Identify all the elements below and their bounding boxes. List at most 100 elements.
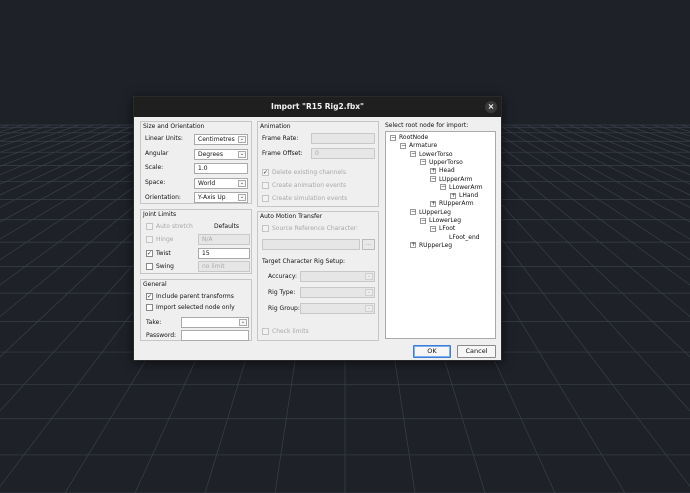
collapse-icon[interactable]: − — [390, 134, 396, 141]
space-select[interactable]: World ⌄ — [194, 178, 248, 189]
password-input[interactable] — [181, 330, 249, 341]
auto-stretch-checkbox[interactable] — [146, 223, 153, 230]
root-node-label: Select root node for import: — [385, 122, 469, 129]
root-node-tree[interactable]: − RootNode − Armature − LowerTorso − UpperTorso… — [385, 131, 496, 339]
group-title: Auto Motion Transfer — [260, 213, 323, 220]
tree-node[interactable]: − RootNode — [390, 134, 428, 141]
hinge-label: Hinge — [156, 236, 174, 243]
collapse-icon[interactable]: − — [430, 176, 436, 182]
collapse-icon[interactable]: − — [440, 184, 446, 191]
tree-node[interactable]: − LLowerLeg — [420, 217, 461, 224]
frame-rate-label: Frame Rate: — [262, 135, 299, 142]
take-label: Take: — [146, 319, 162, 326]
twist-label: Twist — [156, 250, 171, 257]
delete-channels-checkbox[interactable]: ✓ — [262, 169, 269, 176]
tree-node-label: LowerTorso — [419, 150, 453, 158]
tree-node[interactable]: − LUpperLeg — [410, 209, 451, 216]
take-select[interactable]: ⌄ — [181, 317, 249, 328]
rig-type-select[interactable]: ⌄ — [300, 287, 375, 298]
group-title: General — [143, 281, 167, 288]
import-dialog: Import "R15 Rig2.fbx" × Size and Orienta… — [133, 96, 502, 361]
tree-node[interactable]: − Armature — [400, 142, 437, 149]
expand-icon[interactable]: + — [410, 242, 416, 249]
rig-group-label: Rig Group: — [268, 305, 300, 312]
general-group: General ✓ Include parent transforms Impo… — [140, 279, 252, 341]
create-sim-events-checkbox[interactable] — [262, 195, 269, 202]
frame-offset-label: Frame Offset: — [262, 150, 303, 157]
close-icon[interactable]: × — [485, 101, 497, 113]
tree-node[interactable]: LFoot_end — [440, 234, 480, 241]
tree-node[interactable]: − UpperTorso — [420, 159, 463, 166]
import-selected-checkbox[interactable] — [146, 304, 153, 311]
check-limits-label: Check limits — [272, 328, 309, 335]
orientation-select[interactable]: Y-Axis Up ⌄ — [194, 192, 248, 203]
expand-icon[interactable]: + — [430, 167, 436, 174]
expand-icon[interactable]: + — [430, 200, 436, 207]
dialog-titlebar[interactable]: Import "R15 Rig2.fbx" × — [134, 97, 501, 117]
linear-units-value: Centimetres — [198, 136, 235, 143]
twist-checkbox[interactable]: ✓ — [146, 250, 153, 257]
target-setup-label: Target Character Rig Setup: — [262, 258, 346, 265]
tree-node-label: UpperTorso — [429, 158, 463, 166]
chevron-down-icon: ⌄ — [238, 194, 246, 201]
tree-node[interactable]: + Head — [430, 167, 455, 174]
tree-node-label: LLowerLeg — [429, 217, 462, 224]
scale-label: Scale: — [145, 164, 164, 171]
tree-node-label: Armature — [409, 142, 438, 150]
accuracy-select[interactable]: ⌄ — [300, 271, 375, 282]
create-anim-events-checkbox[interactable] — [262, 182, 269, 189]
tree-node-label: LFoot — [439, 225, 456, 233]
tree-node[interactable]: + RUpperLeg — [410, 242, 452, 249]
collapse-icon[interactable]: − — [420, 159, 426, 166]
collapse-icon[interactable]: − — [400, 142, 406, 149]
collapse-icon[interactable]: − — [410, 151, 416, 158]
swing-input[interactable]: no limit — [198, 261, 250, 272]
expand-icon[interactable]: + — [450, 192, 456, 199]
create-sim-events-label: Create simulation events — [272, 195, 348, 202]
chevron-down-icon: ⌄ — [238, 180, 246, 187]
collapse-icon[interactable]: − — [430, 225, 436, 232]
cancel-button[interactable]: Cancel — [457, 345, 496, 358]
scale-input[interactable]: 1.0 — [194, 163, 248, 174]
frame-offset-input[interactable]: 0 — [311, 148, 375, 159]
browse-button[interactable]: ... — [362, 239, 375, 250]
hinge-input[interactable]: N/A — [198, 234, 250, 245]
tree-node[interactable]: − LLowerArm — [440, 184, 483, 191]
angular-select[interactable]: Degrees ⌄ — [194, 149, 248, 160]
tree-node[interactable]: − LowerTorso — [410, 151, 453, 158]
tree-node-label: RUpperLeg — [419, 241, 453, 249]
space-label: Space: — [145, 179, 166, 186]
tree-node-label: LFoot_end — [449, 233, 480, 241]
source-ref-input[interactable] — [262, 239, 360, 250]
tree-node[interactable]: + LHand — [450, 192, 478, 199]
tree-node[interactable]: + RUpperArm — [430, 200, 474, 207]
source-ref-label: Source Reference Character: — [272, 225, 359, 232]
import-selected-label: Import selected node only — [156, 304, 235, 311]
group-title: Joint Limits — [143, 211, 177, 218]
tree-node[interactable]: − LFoot — [430, 225, 455, 232]
animation-group: Animation Frame Rate: Frame Offset: 0 ✓ … — [257, 121, 379, 207]
collapse-icon[interactable]: − — [410, 209, 416, 216]
tree-node[interactable]: − LUpperArm — [430, 176, 473, 183]
tree-node-label: LHand — [459, 192, 479, 200]
chevron-down-icon: ⌄ — [365, 305, 373, 312]
source-ref-checkbox[interactable] — [262, 225, 269, 232]
dialog-title: Import "R15 Rig2.fbx" — [271, 102, 364, 111]
group-title: Animation — [260, 123, 291, 130]
password-label: Password: — [146, 332, 177, 339]
tree-node-label: RootNode — [399, 134, 429, 141]
ok-button[interactable]: OK — [413, 345, 451, 358]
collapse-icon[interactable]: − — [420, 217, 426, 224]
group-title: Size and Orientation — [143, 123, 205, 130]
twist-input[interactable]: 15 — [198, 248, 250, 259]
rig-group-select[interactable]: ⌄ — [300, 303, 375, 314]
auto-stretch-label: Auto stretch — [156, 223, 193, 230]
create-anim-events-label: Create animation events — [272, 182, 347, 189]
check-limits-checkbox[interactable] — [262, 328, 269, 335]
chevron-down-icon: ⌄ — [365, 289, 373, 296]
linear-units-select[interactable]: Centimetres ⌄ — [194, 134, 248, 145]
swing-checkbox[interactable] — [146, 263, 153, 270]
frame-rate-input[interactable] — [311, 133, 375, 144]
hinge-checkbox[interactable] — [146, 236, 153, 243]
include-parent-checkbox[interactable]: ✓ — [146, 293, 153, 300]
